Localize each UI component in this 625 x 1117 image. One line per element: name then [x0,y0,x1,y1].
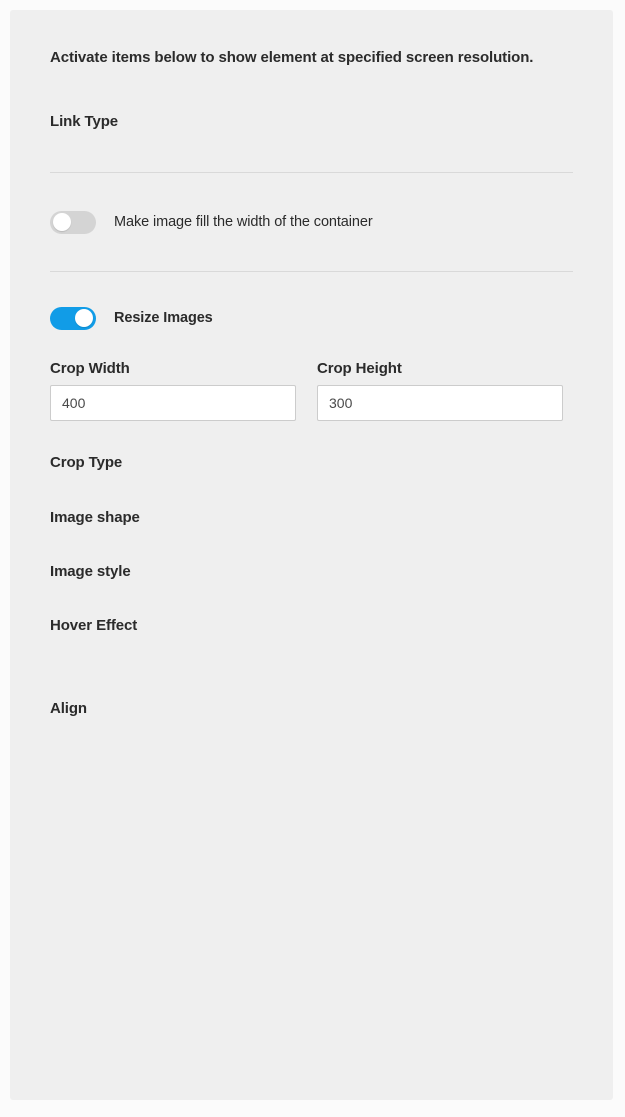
toggle-knob [53,213,71,231]
crop-width-label: Crop Width [50,359,130,377]
image-settings-panel: Activate items below to show element at … [10,10,613,1100]
crop-height-label: Crop Height [317,359,402,377]
crop-type-section: Crop Type [40,454,583,480]
fill-width-label: Make image fill the width of the contain… [114,214,373,230]
fill-width-toggle[interactable] [50,210,96,234]
resolution-section: Activate items below to show element at … [40,48,583,82]
align-label: Align [50,699,87,717]
hover-effect-label: Hover Effect [50,616,138,634]
resolution-intro-text: Activate items below to show element at … [50,49,534,66]
link-type-label: Link Type [50,112,118,130]
crop-size-fields: Crop Width Crop Height [50,360,583,421]
hover-effect-section: Hover Effect [40,617,583,643]
crop-height-field: Crop Height [317,360,563,421]
image-style-label: Image style [50,562,131,580]
image-style-section: Image style [40,563,583,589]
image-shape-section: Image shape [40,509,583,535]
crop-width-field: Crop Width [50,360,296,421]
resize-images-label: Resize Images [114,310,213,326]
crop-width-input[interactable] [50,384,296,421]
crop-type-label: Crop Type [50,453,123,471]
resize-images-toggle[interactable] [50,306,96,330]
resize-images-row: Resize Images [50,306,583,330]
crop-height-input[interactable] [317,384,563,421]
toggle-knob [75,309,93,327]
link-type-section: Link Type [40,113,583,139]
fill-width-row: Make image fill the width of the contain… [50,210,583,234]
image-shape-label: Image shape [50,508,140,526]
align-section: Align [40,700,583,726]
